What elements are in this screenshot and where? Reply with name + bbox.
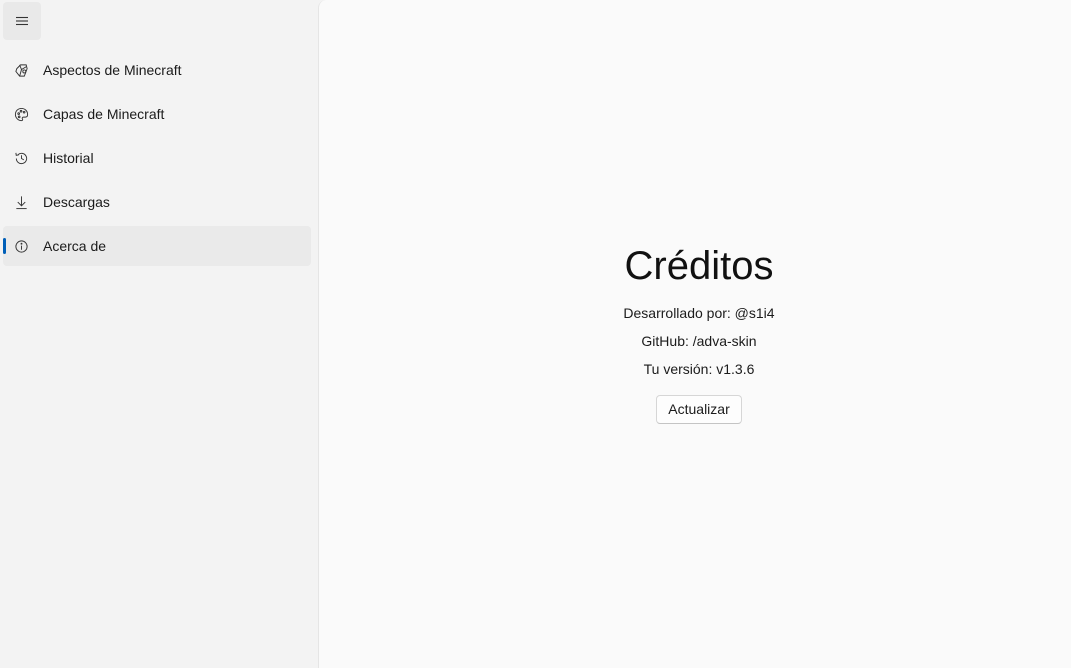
sidebar-item-label: Historial: [43, 150, 94, 166]
page-title: Créditos: [624, 244, 774, 288]
sidebar-item-historial[interactable]: Historial: [3, 138, 311, 178]
developer-text: Desarrollado por: @s1i4: [623, 305, 775, 321]
sidebar-item-label: Capas de Minecraft: [43, 106, 165, 122]
update-button[interactable]: Actualizar: [656, 395, 742, 424]
sidebar-item-label: Acerca de: [43, 238, 107, 254]
sidebar-item-aspectos[interactable]: Aspectos de Minecraft: [3, 50, 311, 90]
sidebar-item-label: Descargas: [43, 194, 110, 210]
github-text: GitHub: /adva-skin: [641, 333, 757, 349]
sidebar-item-acerca-de[interactable]: Acerca de: [3, 226, 311, 266]
history-icon: [13, 150, 29, 166]
main-content: Créditos Desarrollado por: @s1i4 GitHub:…: [318, 0, 1071, 668]
sidebar-item-descargas[interactable]: Descargas: [3, 182, 311, 222]
selection-indicator: [3, 238, 6, 254]
info-icon: [13, 238, 29, 254]
version-text: Tu versión: v1.3.6: [643, 361, 755, 377]
hamburger-menu-icon: [16, 16, 28, 26]
palette-icon: [13, 106, 29, 122]
sidebar-item-label: Aspectos de Minecraft: [43, 62, 182, 78]
download-icon: [13, 194, 29, 210]
credits-panel: Créditos Desarrollado por: @s1i4 GitHub:…: [319, 240, 1071, 424]
nav-list: Aspectos de Minecraft Capas de Minecraft: [3, 50, 311, 270]
sidebar: Aspectos de Minecraft Capas de Minecraft: [0, 0, 318, 668]
button-row: Actualizar: [319, 395, 1071, 424]
hamburger-menu-button[interactable]: [3, 2, 41, 40]
sidebar-item-capas[interactable]: Capas de Minecraft: [3, 94, 311, 134]
credits-lines: Desarrollado por: @s1i4 GitHub: /adva-sk…: [319, 299, 1071, 383]
app-window: Aspectos de Minecraft Capas de Minecraft: [0, 0, 1071, 668]
skin-icon: [13, 62, 29, 78]
